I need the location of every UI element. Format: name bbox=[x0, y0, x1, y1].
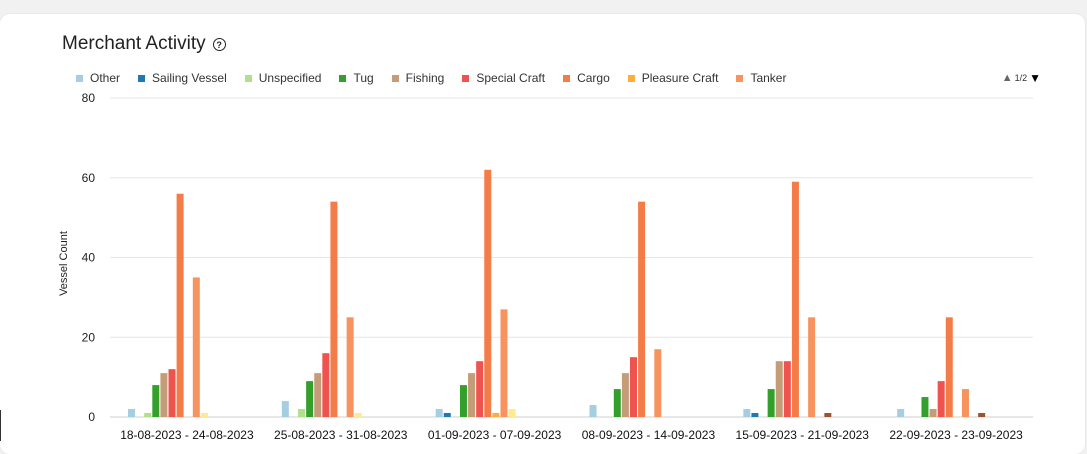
bar-tug bbox=[152, 385, 160, 417]
x-tick-label: 08-09-2023 - 14-09-2023 bbox=[582, 428, 716, 441]
bar-cargo bbox=[484, 169, 492, 417]
bar-fishing bbox=[468, 373, 476, 417]
bar-fishing bbox=[160, 373, 168, 417]
bar-other bbox=[743, 409, 751, 417]
bar-cargo bbox=[176, 193, 184, 417]
x-tick-label: 15-09-2023 - 21-09-2023 bbox=[736, 428, 870, 441]
bar-series-9 bbox=[508, 409, 516, 417]
x-tick-label: 18-08-2023 - 24-08-2023 bbox=[120, 428, 254, 441]
bar-cargo bbox=[945, 317, 953, 417]
bar-fishing bbox=[621, 373, 629, 417]
bar-tanker bbox=[961, 389, 969, 417]
x-tick-label: 22-09-2023 - 23-09-2023 bbox=[889, 428, 1023, 441]
bar-cargo bbox=[791, 181, 799, 417]
bar-tanker bbox=[500, 309, 508, 417]
y-tick-label: 40 bbox=[82, 251, 96, 265]
bar-unspecified bbox=[144, 413, 152, 417]
y-tick-label: 0 bbox=[88, 410, 95, 424]
bar-special-craft bbox=[937, 381, 945, 417]
bar-tug bbox=[306, 381, 314, 417]
bar-tanker bbox=[192, 277, 200, 417]
bar-special-craft bbox=[630, 357, 637, 417]
left-edge-divider bbox=[0, 410, 1, 441]
bar-sailing-vessel bbox=[751, 413, 759, 417]
x-tick-label: 01-09-2023 - 07-09-2023 bbox=[428, 428, 562, 441]
bar-unspecified bbox=[298, 409, 306, 417]
bar-special-craft bbox=[168, 369, 176, 417]
bar-series-10 bbox=[978, 413, 986, 417]
bar-chart: Vessel Count 0 20 40 60 80 18-08-2023 - 24-08… bbox=[58, 91, 1033, 441]
bar-special-craft bbox=[783, 361, 791, 417]
bar-tanker bbox=[808, 317, 816, 417]
bar-series-9 bbox=[200, 413, 208, 417]
bar-pleasure-craft bbox=[492, 413, 500, 417]
bar-special-craft bbox=[322, 353, 330, 417]
bar-other bbox=[128, 409, 135, 417]
bar-tanker bbox=[346, 317, 354, 417]
y-tick-label: 80 bbox=[82, 91, 96, 105]
bar-fishing bbox=[775, 361, 783, 417]
bar-tug bbox=[767, 389, 775, 417]
y-tick-label: 60 bbox=[82, 171, 96, 185]
bar-other bbox=[435, 409, 443, 417]
x-tick-label: 25-08-2023 - 31-08-2023 bbox=[274, 428, 408, 441]
bar-other bbox=[589, 405, 597, 417]
y-tick-label: 20 bbox=[82, 330, 96, 344]
bar-fishing bbox=[314, 373, 322, 417]
bar-cargo bbox=[638, 201, 646, 417]
bar-series-9 bbox=[354, 413, 362, 417]
y-axis-label: Vessel Count bbox=[58, 231, 70, 296]
bar-series-10 bbox=[824, 413, 832, 417]
bar-sailing-vessel bbox=[443, 413, 451, 417]
bar-cargo bbox=[330, 201, 338, 417]
bar-tug bbox=[921, 397, 929, 417]
bar-tug bbox=[459, 385, 467, 417]
bar-fishing bbox=[929, 409, 937, 417]
bar-tug bbox=[613, 389, 621, 417]
bar-other bbox=[897, 409, 905, 417]
bar-special-craft bbox=[476, 361, 484, 417]
bar-other bbox=[281, 401, 289, 417]
bar-tanker bbox=[654, 349, 662, 417]
